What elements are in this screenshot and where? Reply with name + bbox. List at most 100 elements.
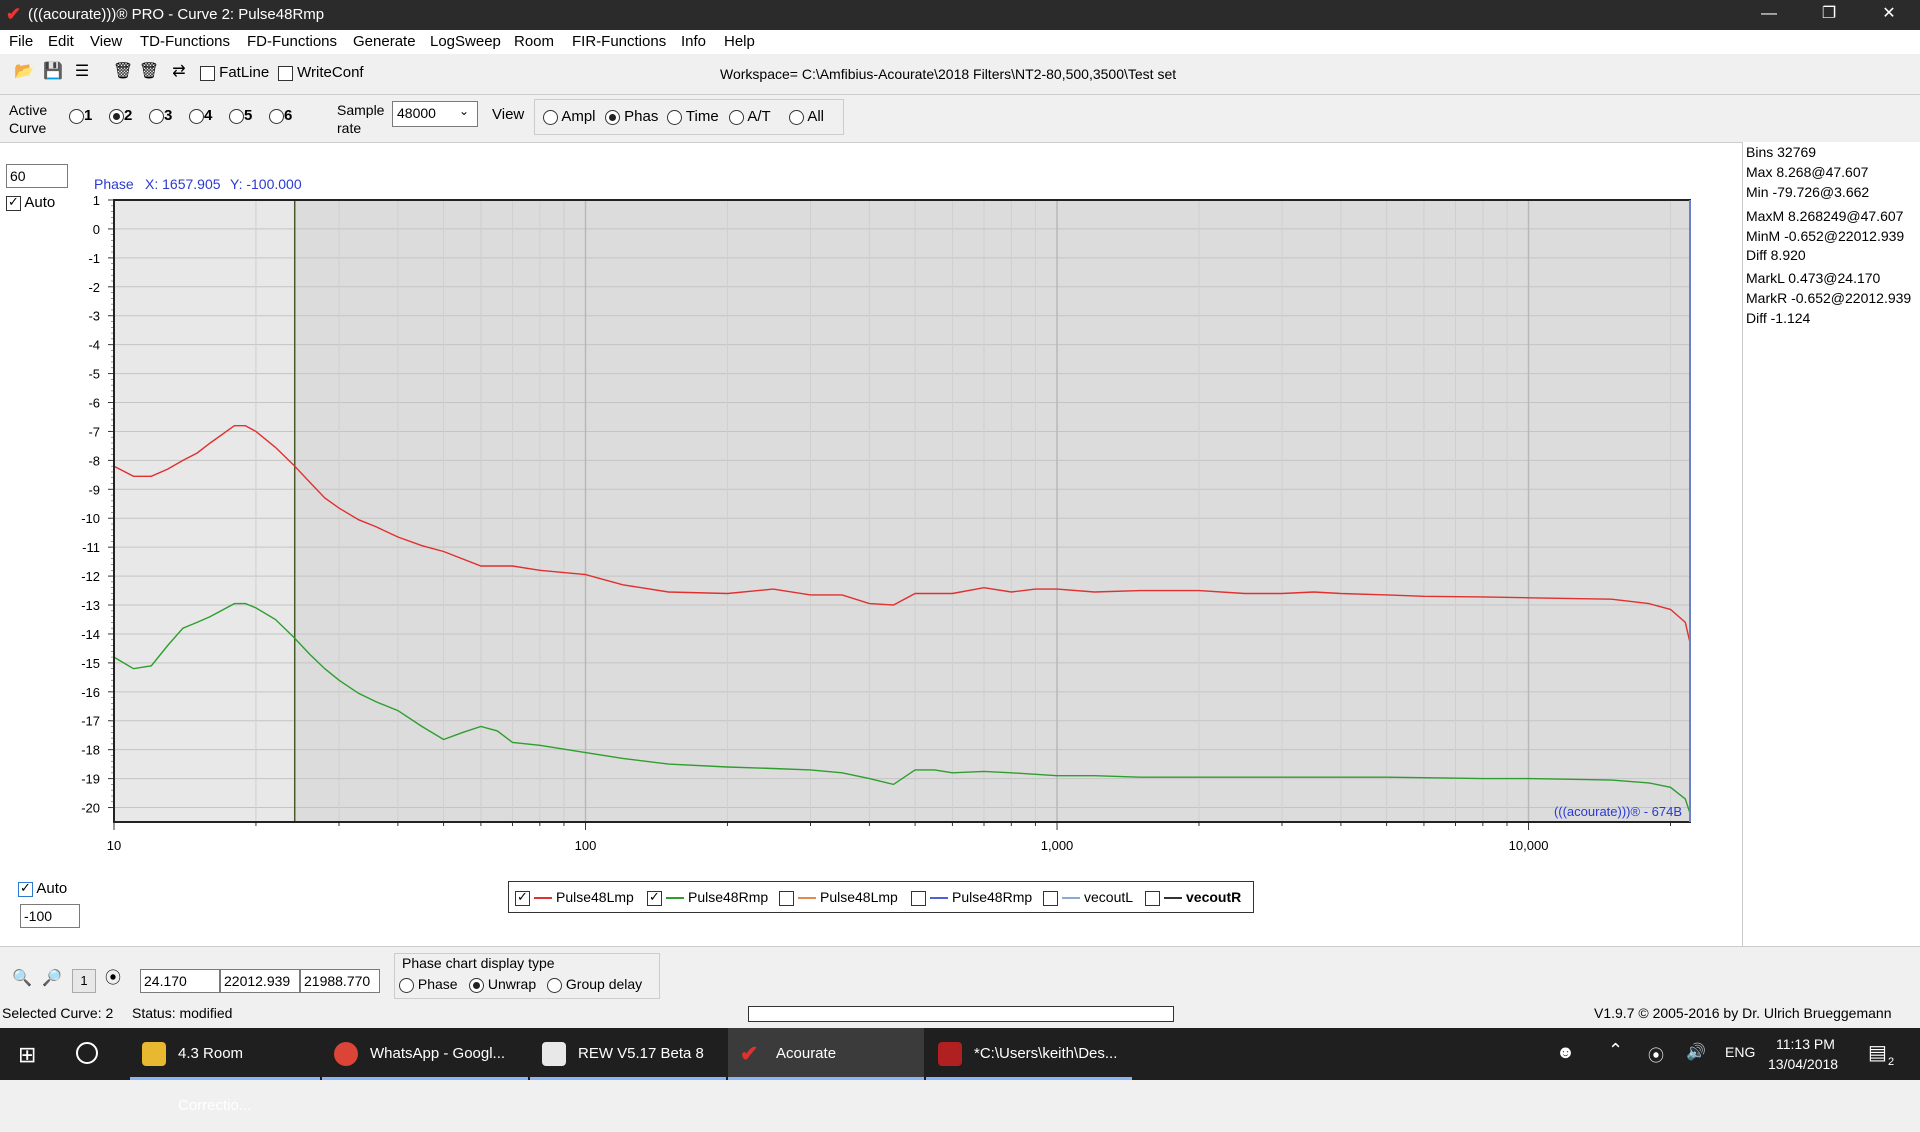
y-tick-label: -11 [82,540,100,555]
tree-icon[interactable]: ☰ [70,60,94,84]
people-icon[interactable]: ☻ [1556,1042,1575,1063]
phase-option-group-delay[interactable]: Group delay [547,976,642,993]
folder-icon [142,1042,166,1066]
chevron-up-icon[interactable]: ⌃ [1608,1040,1623,1061]
y-tick-label: -17 [81,714,100,729]
volume-icon[interactable]: 🔊 [1686,1042,1706,1062]
x-tick-label: 10,000 [1509,838,1549,853]
menu-generate[interactable]: Generate [353,33,416,50]
menu-info[interactable]: Info [681,33,706,50]
chart-legend: Pulse48Lmp Pulse48Rmp Pulse48Lmp Pulse48… [508,881,1254,913]
menu-td-functions[interactable]: TD-Functions [140,33,230,50]
curve-radio-4[interactable]: 4 [189,107,212,124]
curve-radio-6[interactable]: 6 [269,107,292,124]
task-rew[interactable]: REW V5.17 Beta 8 [530,1028,726,1080]
x-tick-label: 100 [575,838,597,853]
menu-fir-functions[interactable]: FIR-Functions [572,33,666,50]
menu-edit[interactable]: Edit [48,33,74,50]
marker-diff-input[interactable] [300,969,380,993]
save-icon[interactable]: 💾 [41,60,65,84]
clock-date[interactable]: 13/04/2018 [1768,1056,1838,1072]
y-tick-label: -3 [88,309,100,324]
legend-item-pulse48rmp-2[interactable]: Pulse48Rmp [911,889,1032,906]
y-tick-label: -9 [88,482,100,497]
delete-all-icon[interactable]: 🗑 [111,60,135,84]
wifi-icon[interactable]: ⦿ [1648,1042,1664,1066]
transfer-icon[interactable]: ⇄ [167,60,191,84]
task-chrome[interactable]: WhatsApp - Googl... [322,1028,528,1080]
title-bar: ✔ (((acourate)))® PRO - Curve 2: Pulse48… [0,0,1920,30]
phase-option-phase[interactable]: Phase [399,976,458,993]
task-editor[interactable]: *C:\Users\keith\Des... [926,1028,1132,1080]
language-indicator[interactable]: ENG [1725,1044,1755,1060]
view-radio-phas[interactable]: Phas [605,108,658,125]
toolbar: 📂 💾 ☰ 🗑 🗑 ⇄ FatLine WriteConf Workspace=… [0,56,1920,90]
marker-shade [114,200,295,822]
legend-item-pulse48lmp-2[interactable]: Pulse48Lmp [779,889,898,906]
view-radio-ampl[interactable]: Ampl [543,108,596,125]
zoom-in-icon[interactable]: 🔍 [10,967,34,991]
editor-icon [938,1042,962,1066]
curve-radio-2[interactable]: 2 [109,107,132,124]
zoom-reset-button[interactable]: 1 [72,969,96,993]
sample-rate-select[interactable]: 48000 ⌄ [392,101,478,127]
delete-icon[interactable]: 🗑 [137,60,161,84]
curve-radio-1[interactable]: 1 [69,107,92,124]
bottom-control-bar: 🔍 🔎 1 ⦿ Phase chart display type Phase U… [0,946,1920,1003]
chrome-icon [334,1042,358,1066]
phase-chart[interactable]: 10-1-2-3-4-5-6-7-8-9-10-11-12-13-14-15-1… [0,142,1742,882]
open-folder-icon[interactable]: 📂 [12,60,36,84]
sample-rate-value: 48000 [397,105,436,121]
notification-count: 2 [1888,1056,1895,1068]
view-radio-all[interactable]: All [789,108,824,125]
menu-file[interactable]: File [9,33,33,50]
active-curve-label: Active Curve [9,102,48,136]
y-tick-label: -4 [88,338,100,353]
legend-item-vecoutl[interactable]: vecoutL [1043,889,1133,906]
y-min-input[interactable] [20,904,80,928]
view-radio-time[interactable]: Time [667,108,719,125]
target-icon[interactable]: ⦿ [101,967,125,991]
y-tick-label: 1 [93,193,100,208]
restore-icon[interactable]: ❐ [1800,0,1858,30]
curve-bar: Active Curve 1 2 3 4 5 6 Sample rate 48000… [0,94,1920,139]
stat-minm: MinM -0.652@22012.939 [1746,228,1905,244]
zoom-out-icon[interactable]: 🔎 [40,967,64,991]
menu-fd-functions[interactable]: FD-Functions [247,33,337,50]
menu-room[interactable]: Room [514,33,554,50]
close-icon[interactable]: ✕ [1860,0,1918,30]
y-tick-label: -19 [81,772,100,787]
marker-left-input[interactable] [140,969,220,993]
windows-start-icon[interactable]: ⊞ [18,1042,36,1068]
phase-option-unwrap[interactable]: Unwrap [469,976,536,993]
y-tick-label: -20 [81,801,100,816]
writeconf-checkbox[interactable]: WriteConf [278,64,364,81]
selected-curve-status: Selected Curve: 2 [2,1005,114,1021]
clock-time[interactable]: 11:13 PM [1776,1036,1835,1052]
x-tick-label: 10 [107,838,121,853]
fatline-checkbox[interactable]: FatLine [200,64,269,81]
menu-logsweep[interactable]: LogSweep [430,33,501,50]
java-icon [542,1042,566,1066]
menu-help[interactable]: Help [724,33,755,50]
minimize-icon[interactable]: — [1740,0,1798,30]
auto-bottom-checkbox[interactable]: Auto [18,880,67,897]
legend-item-pulse48rmp[interactable]: Pulse48Rmp [647,889,768,906]
curve-radio-group: 1 2 3 4 5 6 [65,99,308,133]
notification-icon[interactable]: ▤ [1868,1040,1887,1065]
task-acourate[interactable]: ✔ Acourate [728,1028,924,1080]
phase-type-group: Phase Unwrap Group delay [394,953,660,999]
legend-item-pulse48lmp[interactable]: Pulse48Lmp [515,889,634,906]
view-radio-at[interactable]: A/T [729,108,771,125]
legend-item-vecoutr[interactable]: vecoutR [1145,889,1241,906]
y-tick-label: -7 [88,424,100,439]
task-explorer[interactable]: 4.3 Room Correctio... [130,1028,320,1114]
marker-right-input[interactable] [220,969,300,993]
x-tick-label: 1,000 [1041,838,1074,853]
menu-view[interactable]: View [90,33,122,50]
curve-radio-3[interactable]: 3 [149,107,172,124]
y-tick-label: -13 [81,598,100,613]
curve-radio-5[interactable]: 5 [229,107,252,124]
workspace-path: Workspace= C:\Amfibius-Acourate\2018 Fil… [720,66,1177,82]
search-circle-icon[interactable] [76,1042,98,1064]
